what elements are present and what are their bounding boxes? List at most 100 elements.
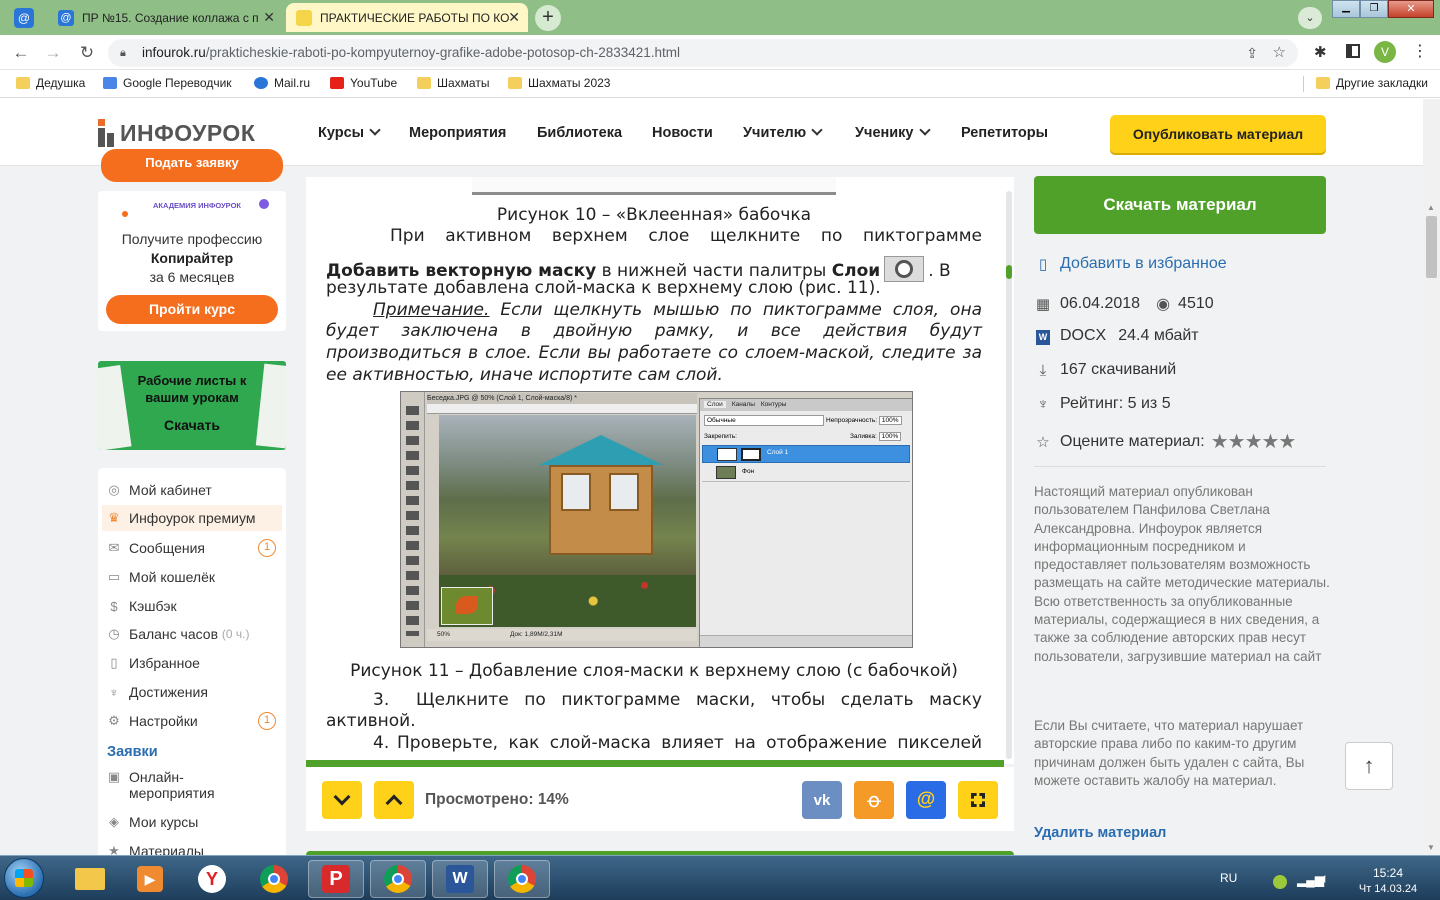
publish-material-button[interactable]: Опубликовать материал — [1110, 115, 1326, 153]
menu-achievements[interactable]: ♆ Достижения — [106, 684, 208, 700]
other-bookmarks[interactable]: Другие закладки — [1316, 76, 1428, 90]
taskbar-word[interactable]: W — [432, 860, 488, 898]
rating-stars[interactable]: ★★★★★ — [1211, 429, 1297, 454]
tab-search-dropdown-icon[interactable]: ⌄ — [1298, 7, 1322, 29]
menu-my-courses[interactable]: ◈ Мои курсы — [106, 814, 198, 830]
nav-news[interactable]: Новости — [652, 125, 713, 141]
note-line: ее активностью, иначе испортите сам слой… — [326, 365, 723, 385]
next-page-button[interactable] — [322, 781, 362, 819]
new-tab-button[interactable]: + — [535, 5, 561, 31]
nav-tutors[interactable]: Репетиторы — [961, 125, 1048, 141]
forward-arrow-icon[interactable]: → — [42, 42, 64, 64]
step-3-number: 3. — [373, 690, 390, 710]
mailru-icon — [254, 77, 268, 89]
share-ok-button[interactable]: ꝋ — [854, 781, 894, 819]
scroll-down-arrow-icon[interactable]: ▼ — [1427, 843, 1435, 852]
scroll-to-top-button[interactable]: ↑ — [1345, 742, 1393, 790]
fullscreen-button[interactable] — [958, 781, 998, 819]
menu-my-cabinet[interactable]: ◎ Мой кабинет — [106, 482, 212, 498]
menu-favorites[interactable]: ▯ Избранное — [106, 655, 200, 671]
profile-avatar[interactable]: V — [1374, 41, 1396, 63]
scroll-up-arrow-icon[interactable]: ▲ — [1427, 203, 1435, 212]
nav-teacher[interactable]: Учителю — [743, 124, 823, 141]
doc-scrollbar-thumb[interactable] — [1006, 265, 1012, 279]
menu-cashback[interactable]: $ Кэшбэк — [106, 598, 176, 614]
taskbar-yandex[interactable]: Y — [184, 860, 240, 898]
add-to-favorites-link[interactable]: ▯ Добавить в избранное — [1034, 255, 1227, 273]
tab-search-icon[interactable]: @ — [14, 8, 34, 28]
bookmark-icon: ▯ — [1038, 256, 1048, 273]
taskbar-chrome-2[interactable] — [370, 860, 426, 898]
bookmark-youtube[interactable]: YouTube — [330, 76, 397, 90]
worksheet-illustration — [255, 363, 286, 449]
side-panel-icon[interactable] — [1346, 44, 1360, 58]
worksheets-download-button[interactable]: Скачать — [128, 417, 256, 433]
close-tab-icon[interactable]: ✕ — [508, 9, 520, 26]
taskbar-media-player[interactable]: ▶ — [122, 860, 178, 898]
menu-settings[interactable]: ⚙ Настройки 1 — [106, 712, 282, 730]
bookmark-chess-2023[interactable]: Шахматы 2023 — [508, 76, 610, 90]
take-course-button[interactable]: Пройти курс — [106, 295, 278, 324]
menu-wallet[interactable]: ▭ Мой кошелёк — [106, 569, 215, 585]
share-mail-button[interactable]: @ — [906, 781, 946, 819]
nav-library[interactable]: Библиотека — [537, 125, 622, 141]
worksheets-banner[interactable]: Рабочие листы к вашим урокам Скачать — [98, 361, 286, 450]
page-scrollbar[interactable]: ▲ ▼ — [1423, 99, 1440, 855]
page-viewport: ИНФОУРОК Курсы Мероприятия Библиотека Но… — [0, 99, 1440, 855]
url-domain: infourok.ru — [142, 45, 206, 60]
ps-ruler — [427, 404, 697, 414]
nav-courses[interactable]: Курсы — [318, 124, 381, 141]
start-button[interactable] — [4, 858, 44, 898]
maximize-window-button[interactable]: ❐ — [1360, 0, 1388, 18]
promo-text: Получите профессию — [121, 231, 263, 247]
clock-date[interactable]: Чт 14.03.24 — [1350, 883, 1426, 895]
bookmark-star-icon[interactable]: ☆ — [1273, 39, 1286, 67]
taskbar-app-p[interactable]: P — [308, 860, 364, 898]
browser-menu-icon[interactable]: ⋮ — [1412, 41, 1428, 61]
folder-icon — [508, 77, 522, 89]
nav-events[interactable]: Мероприятия — [409, 125, 506, 141]
document-viewer[interactable]: Рисунок 10 – «Вклеенная» бабочка При акт… — [306, 177, 1014, 764]
download-material-button[interactable]: Скачать материал — [1034, 176, 1326, 234]
submit-request-button[interactable]: Подать заявку — [101, 149, 283, 182]
taskbar-chrome[interactable] — [246, 860, 302, 898]
delete-material-link[interactable]: Удалить материал — [1034, 825, 1166, 841]
url-field[interactable]: 🔒︎ infourok.ru/prakticheskie-raboti-po-k… — [108, 39, 1298, 67]
user-menu: ◎ Мой кабинет ♛ Инфоурок премиум ✉ Сообщени… — [98, 468, 286, 855]
extensions-icon[interactable]: ✱ — [1314, 43, 1327, 61]
minimize-window-button[interactable]: ▁ — [1332, 0, 1360, 18]
menu-messages[interactable]: ✉ Сообщения 1 — [106, 539, 282, 557]
prev-page-button[interactable] — [374, 781, 414, 819]
back-arrow-icon[interactable]: ← — [10, 42, 32, 64]
menu-materials[interactable]: ★ Материалы — [106, 843, 204, 855]
menu-hours-balance[interactable]: ◷ Баланс часов (0 ч.) — [106, 626, 249, 642]
user-circle-icon: ◎ — [108, 482, 120, 497]
browser-tab-active[interactable]: ПРАКТИЧЕСКИЕ РАБОТЫ ПО КО ✕ — [286, 3, 528, 32]
bookmark-chess[interactable]: Шахматы — [417, 76, 489, 90]
taskbar-explorer[interactable] — [62, 860, 118, 898]
language-indicator[interactable]: RU — [1220, 871, 1237, 885]
close-window-button[interactable]: ✕ — [1388, 0, 1434, 18]
network-icon[interactable]: ▂▄▆ — [1297, 873, 1324, 887]
volume-icon[interactable]: 🔈︎ — [1321, 870, 1329, 887]
nav-student[interactable]: Ученику — [855, 124, 931, 141]
notification-badge: 1 — [258, 539, 276, 557]
menu-premium[interactable]: ♛ Инфоурок премиум — [102, 505, 282, 531]
bookmark-dedushka[interactable]: Дедушка — [16, 76, 85, 90]
browser-tab[interactable]: @ ПР №15. Создание коллажа с п ✕ — [48, 3, 283, 32]
close-tab-icon[interactable]: ✕ — [263, 9, 275, 26]
site-logo[interactable]: ИНФОУРОК — [98, 119, 255, 147]
course-icon: ◈ — [109, 814, 119, 829]
share-icon[interactable]: ⇪ — [1246, 39, 1258, 67]
mailru-icon: @ — [916, 789, 936, 810]
menu-online-events[interactable]: ▣ Онлайн-мероприятия — [106, 769, 229, 801]
bookmark-google-translate[interactable]: Google Переводчик — [103, 76, 232, 90]
share-vk-button[interactable]: vk — [802, 781, 842, 819]
bookmark-mailru[interactable]: Mail.ru — [254, 76, 310, 90]
tray-app-icon[interactable] — [1273, 875, 1287, 889]
page-scrollbar-thumb[interactable] — [1426, 216, 1437, 278]
bookmarks-bar: Дедушка Google Переводчик Mail.ru YouTub… — [0, 70, 1440, 98]
clock-time[interactable]: 15:24 — [1364, 866, 1412, 880]
reload-icon[interactable]: ↻ — [76, 42, 98, 64]
taskbar-chrome-profile[interactable] — [494, 860, 550, 898]
